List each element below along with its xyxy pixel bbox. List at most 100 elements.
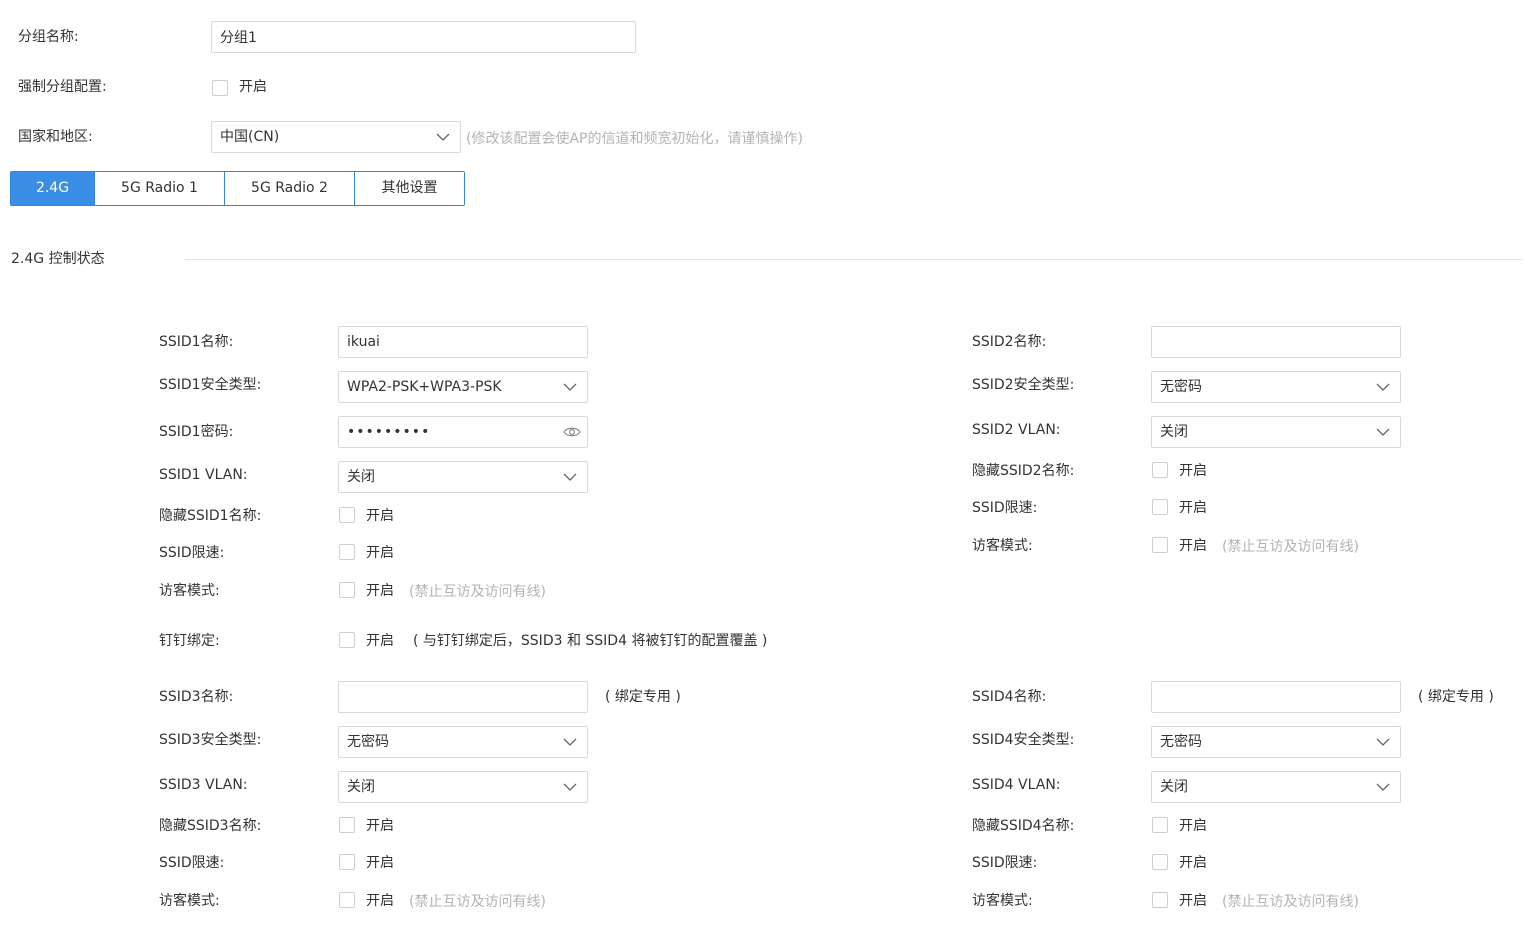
tab-5g-radio-2[interactable]: 5G Radio 2 bbox=[224, 172, 354, 205]
dingtalk-checkbox[interactable] bbox=[339, 632, 355, 648]
eye-icon[interactable] bbox=[563, 425, 581, 439]
ssid1-limit-label: SSID限速: bbox=[159, 545, 225, 561]
ssid1-security-value: WPA2-PSK+WPA3-PSK bbox=[347, 379, 502, 395]
ssid4-vlan-label: SSID4 VLAN: bbox=[972, 777, 1061, 793]
chevron-down-icon bbox=[1376, 383, 1390, 391]
chevron-down-icon bbox=[436, 133, 450, 141]
chevron-down-icon bbox=[563, 473, 577, 481]
ssid1-vlan-value: 关闭 bbox=[347, 469, 375, 485]
ssid3-guest-checkbox[interactable] bbox=[339, 892, 355, 908]
ssid4-guest-checkbox[interactable] bbox=[1152, 892, 1168, 908]
ssid1-password-value: ••••••••• bbox=[347, 424, 431, 440]
ssid2-name-input[interactable] bbox=[1151, 326, 1401, 358]
ssid3-hide-option: 开启 bbox=[366, 818, 394, 834]
ssid3-limit-option: 开启 bbox=[366, 855, 394, 871]
ssid4-security-select[interactable]: 无密码 bbox=[1151, 726, 1401, 758]
country-hint: (修改该配置会使AP的信道和频宽初始化，请谨慎操作) bbox=[466, 131, 803, 147]
ssid1-limit-checkbox[interactable] bbox=[339, 544, 355, 560]
ssid3-guest-option: 开启 bbox=[366, 893, 394, 909]
ssid1-security-select[interactable]: WPA2-PSK+WPA3-PSK bbox=[338, 371, 588, 403]
ssid3-name-note: ( 绑定专用 ) bbox=[605, 689, 681, 705]
ssid4-limit-option: 开启 bbox=[1179, 855, 1207, 871]
ssid4-vlan-select[interactable]: 关闭 bbox=[1151, 771, 1401, 803]
force-group-label: 强制分组配置: bbox=[18, 79, 107, 95]
country-select-value: 中国(CN) bbox=[220, 129, 280, 145]
ssid2-hide-label: 隐藏SSID2名称: bbox=[972, 463, 1075, 479]
ssid2-limit-label: SSID限速: bbox=[972, 500, 1038, 516]
ssid4-name-note: ( 绑定专用 ) bbox=[1418, 689, 1494, 705]
tab-2-4g[interactable]: 2.4G bbox=[11, 172, 94, 205]
ssid1-password-input[interactable]: ••••••••• bbox=[338, 416, 588, 448]
ssid2-hide-option: 开启 bbox=[1179, 463, 1207, 479]
ssid3-guest-hint: (禁止互访及访问有线) bbox=[409, 894, 546, 910]
ssid1-guest-label: 访客模式: bbox=[159, 583, 220, 599]
ssid2-limit-checkbox[interactable] bbox=[1152, 499, 1168, 515]
chevron-down-icon bbox=[1376, 783, 1390, 791]
ssid1-vlan-select[interactable]: 关闭 bbox=[338, 461, 588, 493]
ssid4-hide-label: 隐藏SSID4名称: bbox=[972, 818, 1075, 834]
ssid4-hide-option: 开启 bbox=[1179, 818, 1207, 834]
dingtalk-label: 钉钉绑定: bbox=[159, 633, 220, 649]
ssid1-name-label: SSID1名称: bbox=[159, 334, 234, 350]
ssid1-guest-checkbox[interactable] bbox=[339, 582, 355, 598]
ssid4-name-label: SSID4名称: bbox=[972, 689, 1047, 705]
ssid1-name-input[interactable] bbox=[338, 326, 588, 358]
ssid4-security-value: 无密码 bbox=[1160, 734, 1202, 750]
ssid4-limit-label: SSID限速: bbox=[972, 855, 1038, 871]
ssid2-vlan-value: 关闭 bbox=[1160, 424, 1188, 440]
group-name-input[interactable] bbox=[211, 21, 636, 53]
ssid4-hide-checkbox[interactable] bbox=[1152, 817, 1168, 833]
ssid1-limit-option: 开启 bbox=[366, 545, 394, 561]
ssid4-limit-checkbox[interactable] bbox=[1152, 854, 1168, 870]
ssid1-hide-label: 隐藏SSID1名称: bbox=[159, 508, 262, 524]
dingtalk-note: ( 与钉钉绑定后，SSID3 和 SSID4 将被钉钉的配置覆盖 ) bbox=[413, 633, 768, 649]
ssid1-hide-option: 开启 bbox=[366, 508, 394, 524]
section-title: 2.4G 控制状态 bbox=[11, 251, 105, 267]
tab-other-settings[interactable]: 其他设置 bbox=[354, 172, 464, 205]
ssid2-vlan-select[interactable]: 关闭 bbox=[1151, 416, 1401, 448]
ssid3-vlan-label: SSID3 VLAN: bbox=[159, 777, 248, 793]
radio-tabs: 2.4G 5G Radio 1 5G Radio 2 其他设置 bbox=[10, 171, 465, 206]
force-group-checkbox[interactable] bbox=[212, 80, 228, 96]
section-divider bbox=[185, 259, 1523, 260]
ssid3-limit-checkbox[interactable] bbox=[339, 854, 355, 870]
ssid4-guest-label: 访客模式: bbox=[972, 893, 1033, 909]
chevron-down-icon bbox=[1376, 428, 1390, 436]
ssid1-password-label: SSID1密码: bbox=[159, 424, 234, 440]
ssid1-hide-checkbox[interactable] bbox=[339, 507, 355, 523]
dingtalk-option: 开启 bbox=[366, 633, 394, 649]
ssid1-vlan-label: SSID1 VLAN: bbox=[159, 467, 248, 483]
ssid2-hide-checkbox[interactable] bbox=[1152, 462, 1168, 478]
ssid3-name-input[interactable] bbox=[338, 681, 588, 713]
ssid4-security-label: SSID4安全类型: bbox=[972, 732, 1075, 748]
chevron-down-icon bbox=[563, 738, 577, 746]
ssid2-name-label: SSID2名称: bbox=[972, 334, 1047, 350]
ssid1-security-label: SSID1安全类型: bbox=[159, 377, 262, 393]
country-select[interactable]: 中国(CN) bbox=[211, 121, 461, 153]
ssid3-hide-label: 隐藏SSID3名称: bbox=[159, 818, 262, 834]
ssid2-guest-hint: (禁止互访及访问有线) bbox=[1222, 539, 1359, 555]
force-group-option: 开启 bbox=[239, 79, 267, 95]
ssid4-guest-hint: (禁止互访及访问有线) bbox=[1222, 894, 1359, 910]
ssid4-vlan-value: 关闭 bbox=[1160, 779, 1188, 795]
ssid3-security-value: 无密码 bbox=[347, 734, 389, 750]
ssid2-security-select[interactable]: 无密码 bbox=[1151, 371, 1401, 403]
country-label: 国家和地区: bbox=[18, 129, 93, 145]
ssid3-guest-label: 访客模式: bbox=[159, 893, 220, 909]
ssid3-hide-checkbox[interactable] bbox=[339, 817, 355, 833]
ssid2-guest-label: 访客模式: bbox=[972, 538, 1033, 554]
ssid2-limit-option: 开启 bbox=[1179, 500, 1207, 516]
ssid4-name-input[interactable] bbox=[1151, 681, 1401, 713]
chevron-down-icon bbox=[563, 783, 577, 791]
ssid3-limit-label: SSID限速: bbox=[159, 855, 225, 871]
ssid2-vlan-label: SSID2 VLAN: bbox=[972, 422, 1061, 438]
ssid2-guest-checkbox[interactable] bbox=[1152, 537, 1168, 553]
ssid2-security-label: SSID2安全类型: bbox=[972, 377, 1075, 393]
ssid3-vlan-select[interactable]: 关闭 bbox=[338, 771, 588, 803]
group-name-label: 分组名称: bbox=[18, 29, 79, 45]
ssid1-guest-option: 开启 bbox=[366, 583, 394, 599]
ssid2-security-value: 无密码 bbox=[1160, 379, 1202, 395]
ssid3-security-select[interactable]: 无密码 bbox=[338, 726, 588, 758]
ssid3-vlan-value: 关闭 bbox=[347, 779, 375, 795]
tab-5g-radio-1[interactable]: 5G Radio 1 bbox=[94, 172, 224, 205]
